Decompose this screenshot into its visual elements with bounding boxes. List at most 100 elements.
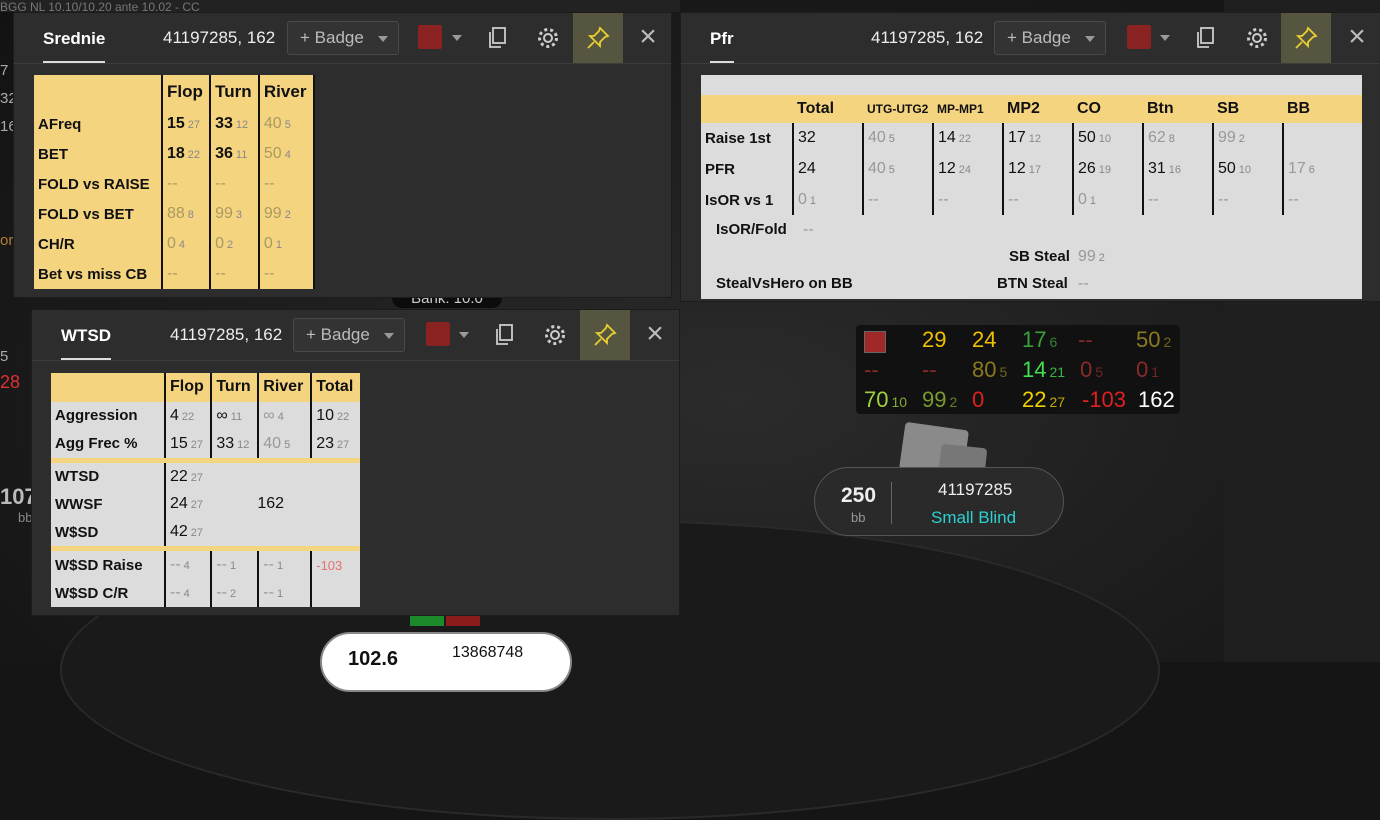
seat-stack-unit: bb	[851, 510, 866, 525]
left-fragment: or	[0, 232, 14, 249]
hud-stat: --	[922, 357, 937, 382]
hud-stat: 29	[922, 327, 947, 352]
sb-steal-label: SB Steal	[1009, 248, 1070, 265]
close-icon[interactable]: ×	[633, 22, 663, 53]
sb-steal-value: 99 2	[1078, 248, 1105, 265]
panel-header: Pfr 41197285, 162 + Badge ×	[681, 13, 1380, 64]
table-row: WWSF 24 27 162	[51, 490, 360, 519]
color-swatch[interactable]	[1127, 25, 1151, 49]
table-row: Bet vs miss CB -- -- --	[34, 259, 316, 289]
close-icon[interactable]: ×	[640, 319, 670, 350]
copy-icon[interactable]	[492, 322, 518, 348]
table-row: FOLD vs RAISE -- -- --	[34, 169, 316, 199]
pin-icon	[587, 26, 610, 49]
hud-stat: 17 6	[1022, 327, 1058, 352]
table-row: W$SD Raise -- 4 -- 1 -- 1 -103	[51, 551, 360, 580]
srednie-table: Flop Turn River AFreq 15 27 33 12 40 5 BET …	[34, 75, 316, 289]
table-row: W$SD 42 27	[51, 518, 360, 547]
player-id-label: 41197285, 162	[170, 325, 283, 344]
pin-button[interactable]	[1281, 13, 1331, 63]
color-swatch[interactable]	[426, 322, 450, 346]
col-header: Turn	[209, 75, 259, 109]
tab-wtsd[interactable]: WTSD	[61, 326, 112, 360]
copy-icon[interactable]	[1193, 25, 1219, 51]
add-badge-button[interactable]: + Badge	[293, 318, 405, 352]
hud-stat: 05	[1080, 357, 1104, 382]
isor-fold-label: IsOR/Fold	[716, 221, 787, 238]
hud-stat: 01	[1136, 357, 1160, 382]
add-badge-button[interactable]: + Badge	[287, 21, 399, 55]
table-row: BET 18 22 36 11 50 4	[34, 139, 316, 169]
chevron-down-icon[interactable]	[452, 35, 462, 41]
hud-stat: 0	[972, 387, 985, 412]
player-seat[interactable]: 250 bb 41197285 Small Blind	[814, 467, 1064, 536]
pin-button[interactable]	[580, 310, 630, 360]
srednie-panel[interactable]: Srednie 41197285, 162 + Badge × Flop Tur…	[13, 12, 672, 298]
pfr-table-wrap: Total UTG-UTG2 MP-MP1 MP2 CO Btn SB BB R…	[701, 75, 1362, 299]
wtsd-table: Flop Turn River Total Aggression 4 22 ∞ 11…	[51, 373, 360, 607]
bottom-seat-stack: 102.6	[348, 648, 399, 670]
tab-srednie[interactable]: Srednie	[43, 29, 106, 63]
chevron-down-icon	[378, 36, 388, 42]
hud-stat: 50 2	[1136, 327, 1172, 352]
pin-icon	[594, 323, 617, 346]
chevron-down-icon[interactable]	[459, 332, 469, 338]
player-hud[interactable]: 29 24 17 6 -- 50 2 -- -- 80 5 14 21 05 01 70…	[856, 325, 1180, 414]
seat-divider	[891, 482, 892, 524]
close-icon[interactable]: ×	[1342, 22, 1372, 53]
seat-player-id: 41197285	[938, 480, 1013, 499]
add-badge-button[interactable]: + Badge	[994, 21, 1106, 55]
gear-icon[interactable]	[542, 322, 568, 348]
seat-stack: 250	[841, 484, 877, 507]
hud-color-marker	[864, 331, 886, 353]
hud-stat: 70 10	[864, 387, 908, 412]
player-id-label: 41197285, 162	[871, 28, 984, 47]
left-fragment: 28	[0, 372, 21, 392]
hud-stat: 162	[1138, 387, 1175, 412]
table-row: FOLD vs BET 88 8 99 3 99 2	[34, 199, 316, 229]
table-row: Agg Frec % 15 27 33 12 40 5 23 27	[51, 429, 360, 458]
pin-button[interactable]	[573, 13, 623, 63]
col-header: River	[257, 75, 316, 109]
seat-position: Small Blind	[931, 508, 1017, 527]
tab-pfr[interactable]: Pfr	[710, 29, 734, 63]
col-header: Flop	[160, 75, 211, 109]
hud-stat: 14 21	[1022, 357, 1066, 382]
table-row: CH/R 04 02 01	[34, 229, 316, 259]
wtsd-panel[interactable]: WTSD 41197285, 162 + Badge × Flop Turn R…	[31, 309, 680, 616]
isor-fold-value: --	[803, 221, 814, 238]
table-row: AFreq 15 27 33 12 40 5	[34, 109, 316, 139]
steal-vs-hero-label: StealVsHero on BB	[716, 275, 853, 292]
btn-steal-value: --	[1078, 275, 1089, 292]
panel-header: Srednie 41197285, 162 + Badge ×	[14, 13, 671, 64]
left-fragment: 5	[0, 348, 9, 365]
hud-stat: 80 5	[972, 357, 1008, 382]
bottom-seat-id: 13868748	[452, 644, 524, 661]
table-row: PFR 24 40 5 12 24 12 17 26 19 31 16 50 10 17 6	[701, 153, 1362, 185]
gear-icon[interactable]	[535, 25, 561, 51]
chevron-down-icon	[384, 333, 394, 339]
btn-steal-label: BTN Steal	[997, 275, 1068, 292]
table-row: IsOR vs 1 01 -- -- -- 01 -- -- --	[701, 185, 1362, 215]
pin-icon	[1295, 26, 1318, 49]
wtsd-table-wrap: Flop Turn River Total Aggression 4 22 ∞ 11…	[51, 373, 360, 607]
srednie-table-wrap: Flop Turn River AFreq 15 27 33 12 40 5 BET …	[34, 75, 316, 289]
pfr-panel[interactable]: Pfr 41197285, 162 + Badge × Total UTG-UT…	[680, 12, 1380, 302]
table-row: W$SD C/R -- 4 -- 2 -- 1	[51, 579, 360, 607]
color-swatch[interactable]	[418, 25, 442, 49]
gear-icon[interactable]	[1244, 25, 1270, 51]
chevron-down-icon	[1085, 36, 1095, 42]
table-row: WTSD 22 27	[51, 462, 360, 491]
hud-stat: -103	[1082, 387, 1127, 412]
table-row: Aggression 4 22 ∞ 11 ∞ 4 10 22	[51, 401, 360, 430]
panel-header: WTSD 41197285, 162 + Badge ×	[32, 310, 679, 361]
chevron-down-icon[interactable]	[1160, 35, 1170, 41]
table-row: Raise 1st 32 40 5 14 22 17 12 50 10 62 8 99 2	[701, 123, 1362, 153]
hud-stat: --	[864, 357, 879, 382]
hud-stat: 99 2	[922, 387, 958, 412]
player-id-label: 41197285, 162	[163, 28, 276, 47]
table-title-strip: BGG NL 10.10/10.20 ante 10.02 - CC	[0, 0, 680, 12]
bottom-seat[interactable]: 102.6 13868748	[320, 632, 572, 692]
hud-stat: 22 27	[1022, 387, 1066, 412]
copy-icon[interactable]	[485, 25, 511, 51]
